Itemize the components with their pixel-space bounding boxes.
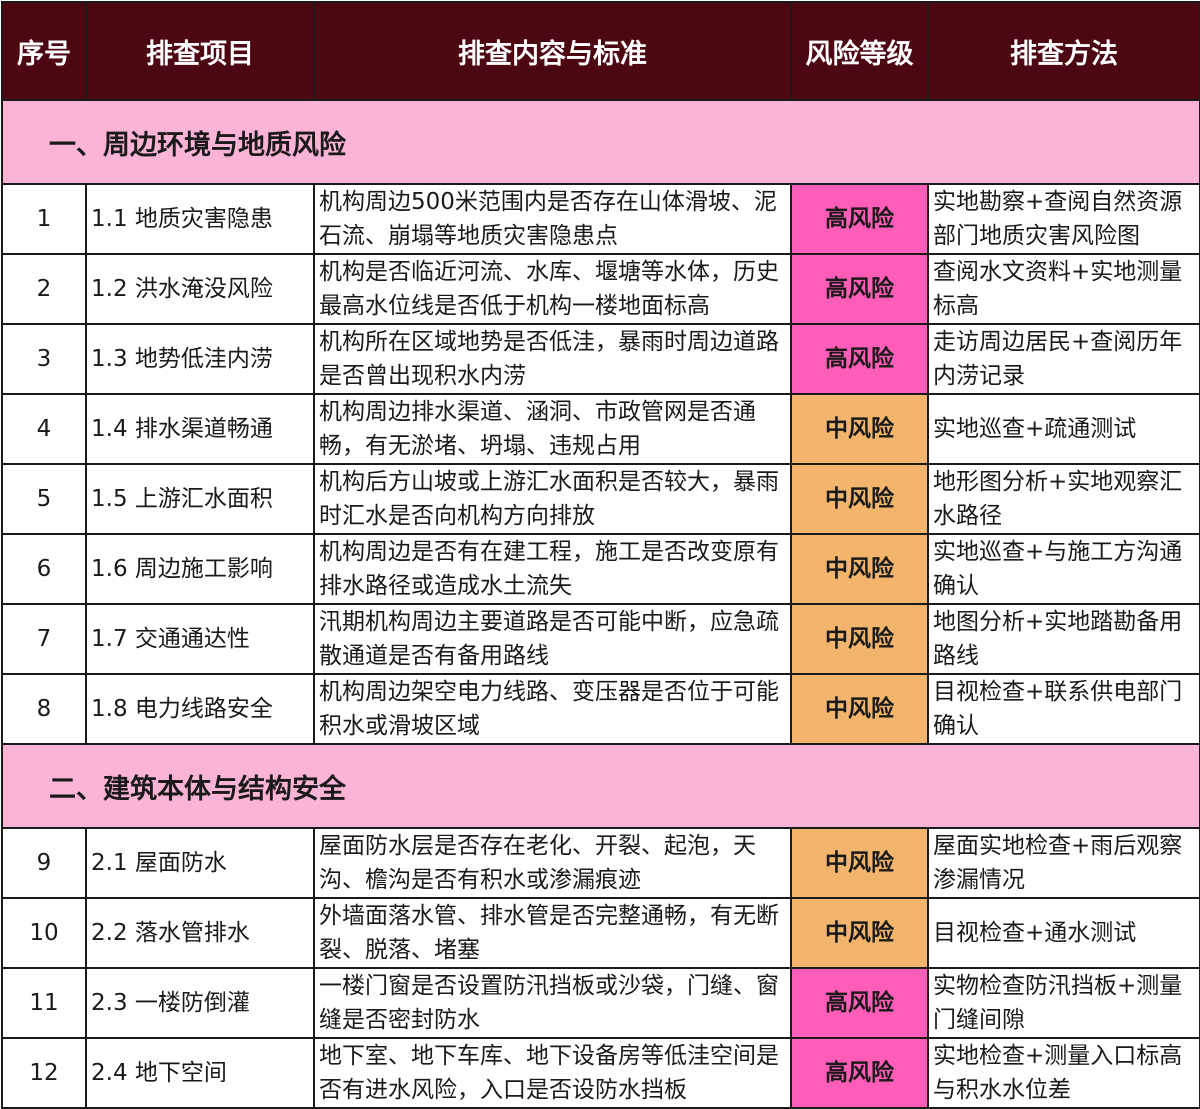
risk-badge: 中风险 (790, 393, 929, 465)
row-number: 4 (1, 393, 87, 465)
table-row: 1 1.1 地质灾害隐患 机构周边500米范围内是否存在山体滑坡、泥石流、崩塌等地质… (1, 183, 1200, 255)
risk-badge: 中风险 (790, 603, 929, 675)
section-row: 二、建筑本体与结构安全 (1, 743, 1200, 829)
row-number: 1 (1, 183, 87, 255)
risk-badge: 中风险 (790, 673, 929, 745)
row-item: 1.3 地势低洼内涝 (85, 323, 315, 395)
row-number: 9 (1, 827, 87, 899)
row-item: 2.2 落水管排水 (85, 897, 315, 969)
row-number: 8 (1, 673, 87, 745)
row-item: 1.6 周边施工影响 (85, 533, 315, 605)
row-method: 地形图分析+实地观察汇水路径 (927, 463, 1200, 535)
row-number: 11 (1, 967, 87, 1039)
risk-badge: 高风险 (790, 323, 929, 395)
header-method: 排查方法 (927, 1, 1200, 101)
section-title: 二、建筑本体与结构安全 (1, 743, 1200, 829)
row-method: 屋面实地检查+雨后观察渗漏情况 (927, 827, 1200, 899)
risk-badge: 中风险 (790, 463, 929, 535)
row-content: 机构周边架空电力线路、变压器是否位于可能积水或滑坡区域 (313, 673, 792, 745)
section-row: 一、周边环境与地质风险 (1, 99, 1200, 185)
row-item: 1.5 上游汇水面积 (85, 463, 315, 535)
table-row: 4 1.4 排水渠道畅通 机构周边排水渠道、涵洞、市政管网是否通畅，有无淤堵、坍塌、… (1, 393, 1200, 465)
table-row: 3 1.3 地势低洼内涝 机构所在区域地势是否低洼，暴雨时周边道路是否曾出现积水内涝… (1, 323, 1200, 395)
row-content: 机构周边排水渠道、涵洞、市政管网是否通畅，有无淤堵、坍塌、违规占用 (313, 393, 792, 465)
table-row: 9 2.1 屋面防水 屋面防水层是否存在老化、开裂、起泡，天沟、檐沟是否有积水或渗漏… (1, 827, 1200, 899)
row-method: 实地检查+测量入口标高与积水水位差 (927, 1037, 1200, 1109)
row-method: 实地巡查+与施工方沟通确认 (927, 533, 1200, 605)
row-number: 5 (1, 463, 87, 535)
row-item: 1.4 排水渠道畅通 (85, 393, 315, 465)
table-row: 5 1.5 上游汇水面积 机构后方山坡或上游汇水面积是否较大，暴雨时汇水是否向机构方… (1, 463, 1200, 535)
table-body: 一、周边环境与地质风险 1 1.1 地质灾害隐患 机构周边500米范围内是否存在山体滑… (1, 99, 1200, 1109)
risk-inspection-table: 序号 排查项目 排查内容与标准 风险等级 排查方法 一、周边环境与地质风险 1 1.… (1, 1, 1200, 1109)
row-method: 实地巡查+疏通测试 (927, 393, 1200, 465)
row-number: 3 (1, 323, 87, 395)
row-content: 机构所在区域地势是否低洼，暴雨时周边道路是否曾出现积水内涝 (313, 323, 792, 395)
row-item: 1.8 电力线路安全 (85, 673, 315, 745)
header-no: 序号 (1, 1, 87, 101)
row-content: 机构后方山坡或上游汇水面积是否较大，暴雨时汇水是否向机构方向排放 (313, 463, 792, 535)
row-number: 10 (1, 897, 87, 969)
risk-badge: 高风险 (790, 183, 929, 255)
row-content: 外墙面落水管、排水管是否完整通畅，有无断裂、脱落、堵塞 (313, 897, 792, 969)
risk-badge: 高风险 (790, 1037, 929, 1109)
row-item: 2.4 地下空间 (85, 1037, 315, 1109)
row-content: 机构周边500米范围内是否存在山体滑坡、泥石流、崩塌等地质灾害隐患点 (313, 183, 792, 255)
table-row: 11 2.3 一楼防倒灌 一楼门窗是否设置防汛挡板或沙袋，门缝、窗缝是否密封防水 高风… (1, 967, 1200, 1039)
row-method: 目视检查+通水测试 (927, 897, 1200, 969)
row-item: 1.7 交通通达性 (85, 603, 315, 675)
row-method: 实物检查防汛挡板+测量门缝间隙 (927, 967, 1200, 1039)
risk-badge: 中风险 (790, 827, 929, 899)
row-content: 机构周边是否有在建工程，施工是否改变原有排水路径或造成水土流失 (313, 533, 792, 605)
table-row: 2 1.2 洪水淹没风险 机构是否临近河流、水库、堰塘等水体，历史最高水位线是否低于… (1, 253, 1200, 325)
row-method: 查阅水文资料+实地测量标高 (927, 253, 1200, 325)
risk-badge: 高风险 (790, 253, 929, 325)
risk-badge: 中风险 (790, 897, 929, 969)
header-content: 排查内容与标准 (313, 1, 792, 101)
row-number: 2 (1, 253, 87, 325)
row-content: 屋面防水层是否存在老化、开裂、起泡，天沟、檐沟是否有积水或渗漏痕迹 (313, 827, 792, 899)
row-content: 一楼门窗是否设置防汛挡板或沙袋，门缝、窗缝是否密封防水 (313, 967, 792, 1039)
row-method: 走访周边居民+查阅历年内涝记录 (927, 323, 1200, 395)
header-risk: 风险等级 (790, 1, 929, 101)
row-method: 实地勘察+查阅自然资源部门地质灾害风险图 (927, 183, 1200, 255)
row-item: 1.1 地质灾害隐患 (85, 183, 315, 255)
row-content: 地下室、地下车库、地下设备房等低洼空间是否有进水风险，入口是否设防水挡板 (313, 1037, 792, 1109)
table-row: 6 1.6 周边施工影响 机构周边是否有在建工程，施工是否改变原有排水路径或造成水土… (1, 533, 1200, 605)
row-item: 2.3 一楼防倒灌 (85, 967, 315, 1039)
row-number: 6 (1, 533, 87, 605)
row-content: 汛期机构周边主要道路是否可能中断，应急疏散通道是否有备用路线 (313, 603, 792, 675)
header-item: 排查项目 (85, 1, 315, 101)
table-row: 7 1.7 交通通达性 汛期机构周边主要道路是否可能中断，应急疏散通道是否有备用路线… (1, 603, 1200, 675)
row-method: 地图分析+实地踏勘备用路线 (927, 603, 1200, 675)
row-content: 机构是否临近河流、水库、堰塘等水体，历史最高水位线是否低于机构一楼地面标高 (313, 253, 792, 325)
row-number: 12 (1, 1037, 87, 1109)
header-row: 序号 排查项目 排查内容与标准 风险等级 排查方法 (1, 1, 1200, 101)
table-row: 12 2.4 地下空间 地下室、地下车库、地下设备房等低洼空间是否有进水风险，入口是… (1, 1037, 1200, 1109)
table-row: 8 1.8 电力线路安全 机构周边架空电力线路、变压器是否位于可能积水或滑坡区域 中风… (1, 673, 1200, 745)
row-item: 2.1 屋面防水 (85, 827, 315, 899)
section-title: 一、周边环境与地质风险 (1, 99, 1200, 185)
risk-badge: 高风险 (790, 967, 929, 1039)
row-method: 目视检查+联系供电部门确认 (927, 673, 1200, 745)
risk-badge: 中风险 (790, 533, 929, 605)
table-row: 10 2.2 落水管排水 外墙面落水管、排水管是否完整通畅，有无断裂、脱落、堵塞 中风… (1, 897, 1200, 969)
row-item: 1.2 洪水淹没风险 (85, 253, 315, 325)
row-number: 7 (1, 603, 87, 675)
